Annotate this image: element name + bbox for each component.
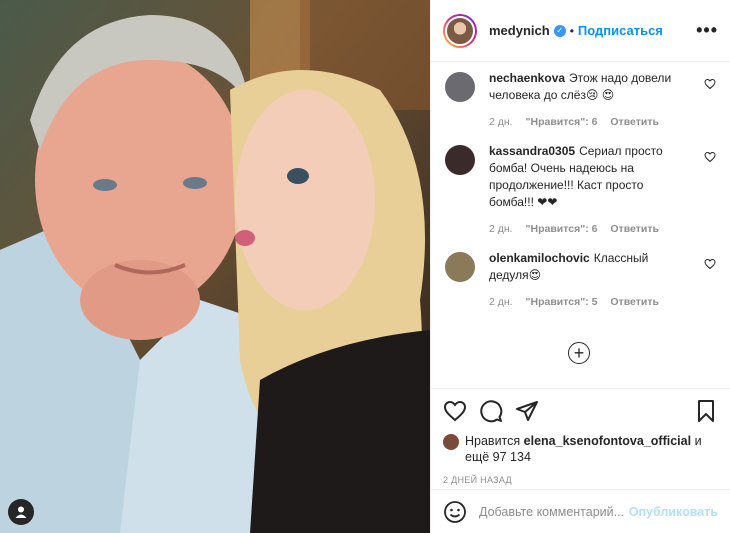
comment-item: nechaenkova Этож надо довели человека до …: [445, 70, 716, 131]
like-comment-heart-icon[interactable]: [704, 78, 716, 90]
post-header: medynich ✓ • Подписаться •••: [431, 0, 730, 62]
post-photo[interactable]: [0, 0, 430, 533]
more-options-icon[interactable]: •••: [696, 20, 718, 41]
photo-illustration: [0, 0, 430, 533]
save-bookmark-icon[interactable]: [694, 399, 718, 423]
likes-summary: Нравится elena_ksenofontova_official и е…: [443, 433, 718, 465]
commenter-avatar[interactable]: [445, 72, 475, 102]
comment-item: kassandra0305 Сериал просто бомба! Очень …: [445, 143, 716, 238]
like-comment-heart-icon[interactable]: [704, 258, 716, 270]
tagged-user-button[interactable]: [8, 499, 34, 525]
like-heart-icon[interactable]: [443, 399, 467, 423]
commenter-username[interactable]: nechaenkova: [489, 71, 565, 85]
add-comment-bar: Добавьте комментарий... Опубликовать: [431, 489, 730, 533]
emoji-icon[interactable]: [443, 500, 467, 524]
comment-item: olenkamilochovic Классный дедуля😍 2 дн. "…: [445, 250, 716, 311]
separator-dot: •: [569, 23, 574, 38]
commenter-username[interactable]: olenkamilochovic: [489, 251, 590, 265]
follow-button[interactable]: Подписаться: [578, 23, 663, 38]
author-avatar[interactable]: [443, 13, 477, 48]
comment-time[interactable]: 2 дн.: [489, 116, 513, 128]
liker-username[interactable]: elena_ksenofontova_official: [524, 434, 691, 448]
publish-button[interactable]: Опубликовать: [629, 505, 718, 519]
post-actions: Нравится elena_ksenofontova_official и е…: [431, 388, 730, 485]
verified-badge-icon: ✓: [553, 24, 566, 37]
commenter-avatar[interactable]: [445, 145, 475, 175]
commenter-username[interactable]: kassandra0305: [489, 144, 575, 158]
comment-likes[interactable]: "Нравится": 5: [526, 296, 598, 308]
comment-input[interactable]: Добавьте комментарий...: [479, 505, 629, 519]
reply-button[interactable]: Ответить: [610, 223, 659, 235]
author-username[interactable]: medynich: [489, 23, 550, 38]
like-comment-heart-icon[interactable]: [704, 151, 716, 163]
comments-list: nechaenkova Этож надо довели человека до …: [431, 62, 730, 387]
comment-likes[interactable]: "Нравится": 6: [526, 223, 598, 235]
comment-likes[interactable]: "Нравится": 6: [526, 116, 598, 128]
post-side-panel: medynich ✓ • Подписаться ••• nechaenkova…: [430, 0, 730, 533]
comment-bubble-icon[interactable]: [479, 399, 503, 423]
liker-avatar[interactable]: [443, 434, 459, 450]
person-icon: [15, 506, 27, 518]
likes-prefix: Нравится: [465, 434, 521, 448]
post-time[interactable]: 2 ДНЕЙ НАЗАД: [443, 475, 718, 485]
reply-button[interactable]: Ответить: [610, 116, 659, 128]
share-direct-icon[interactable]: [515, 399, 539, 423]
commenter-avatar[interactable]: [445, 252, 475, 282]
reply-button[interactable]: Ответить: [610, 296, 659, 308]
load-more-comments-button[interactable]: +: [568, 342, 590, 364]
comment-time[interactable]: 2 дн.: [489, 296, 513, 308]
comment-time[interactable]: 2 дн.: [489, 223, 513, 235]
